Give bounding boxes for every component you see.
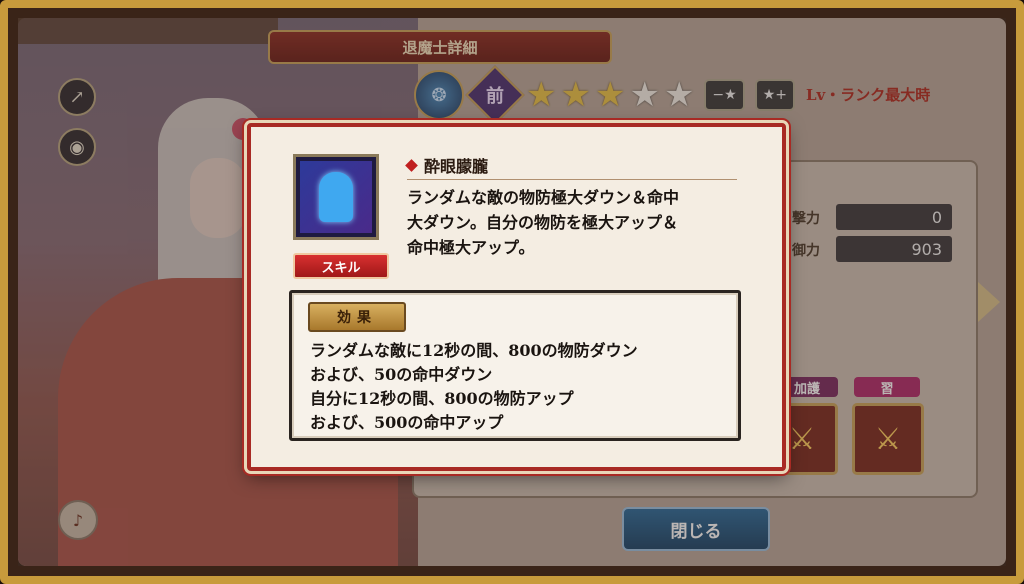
divider xyxy=(407,179,737,180)
effect-line: および、50の命中ダウン xyxy=(310,365,493,384)
effect-line: 自分に12秒の間、800の物防アップ xyxy=(310,389,574,408)
skill-name-text: 酔眼朦朧 xyxy=(424,157,489,176)
drunk-figure-icon xyxy=(319,172,353,222)
effect-tag: 効果 xyxy=(308,302,406,332)
diamond-bullet-icon xyxy=(405,158,418,172)
description-line: ランダムな敵の物防極大ダウン＆命中 xyxy=(407,188,680,207)
skill-description: ランダムな敵の物防極大ダウン＆命中 大ダウン。自分の物防を極大アップ＆ 命中極大… xyxy=(407,185,747,260)
effect-line: ランダムな敵に12秒の間、800の物防ダウン xyxy=(310,341,638,360)
skill-popup[interactable]: スキル 酔眼朦朧 ランダムな敵の物防極大ダウン＆命中 大ダウン。自分の物防を極大… xyxy=(247,123,786,471)
skill-icon-inner xyxy=(300,161,372,233)
effect-box: 効果 ランダムな敵に12秒の間、800の物防ダウン および、50の命中ダウン 自… xyxy=(289,290,741,441)
skill-name: 酔眼朦朧 xyxy=(405,153,489,177)
effect-line: および、500の命中アップ xyxy=(310,413,504,432)
skill-icon xyxy=(293,154,379,240)
skill-badge: スキル xyxy=(293,253,389,279)
description-line: 大ダウン。自分の物防を極大アップ＆ xyxy=(407,213,679,232)
description-line: 命中極大アップ。 xyxy=(407,238,535,257)
